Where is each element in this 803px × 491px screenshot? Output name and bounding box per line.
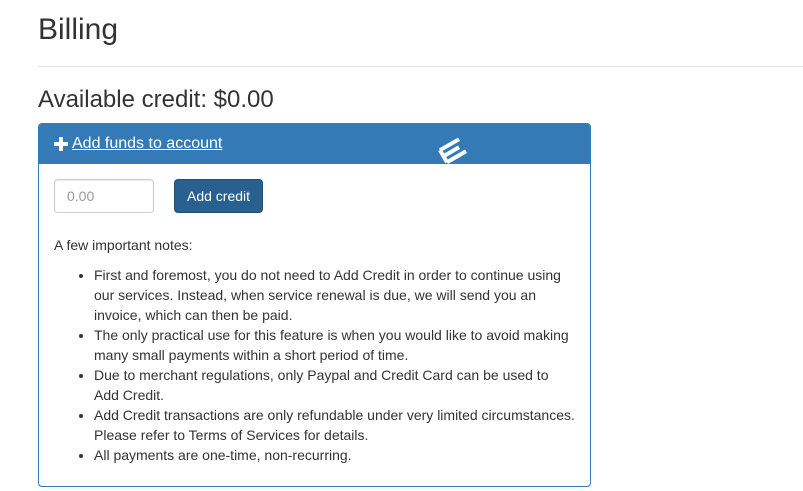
notes-list: First and foremost, you do not need to A… bbox=[54, 265, 575, 465]
add-funds-link[interactable]: Add funds to account bbox=[54, 135, 222, 153]
available-credit-heading: Available credit: $0.00 bbox=[38, 86, 274, 113]
list-item: Add Credit transactions are only refunda… bbox=[94, 405, 575, 445]
panel-body: Add credit A few important notes: First … bbox=[39, 164, 590, 465]
amount-input[interactable] bbox=[54, 179, 154, 213]
add-credit-form: Add credit bbox=[54, 179, 575, 213]
list-item: Due to merchant regulations, only Paypal… bbox=[94, 365, 575, 405]
panel-heading: Add funds to account bbox=[39, 124, 590, 164]
add-funds-label: Add funds to account bbox=[72, 135, 223, 152]
list-item: All payments are one-time, non-recurring… bbox=[94, 445, 575, 465]
add-credit-button[interactable]: Add credit bbox=[174, 179, 264, 213]
plus-icon bbox=[54, 137, 68, 151]
page-title: Billing bbox=[38, 13, 119, 46]
title-divider bbox=[38, 66, 803, 67]
list-item: The only practical use for this feature … bbox=[94, 325, 575, 365]
watermark-icon bbox=[438, 137, 468, 164]
list-item: First and foremost, you do not need to A… bbox=[94, 265, 575, 325]
add-funds-panel: Add funds to account Add credit A few im… bbox=[38, 123, 591, 487]
notes-label: A few important notes: bbox=[54, 237, 193, 253]
